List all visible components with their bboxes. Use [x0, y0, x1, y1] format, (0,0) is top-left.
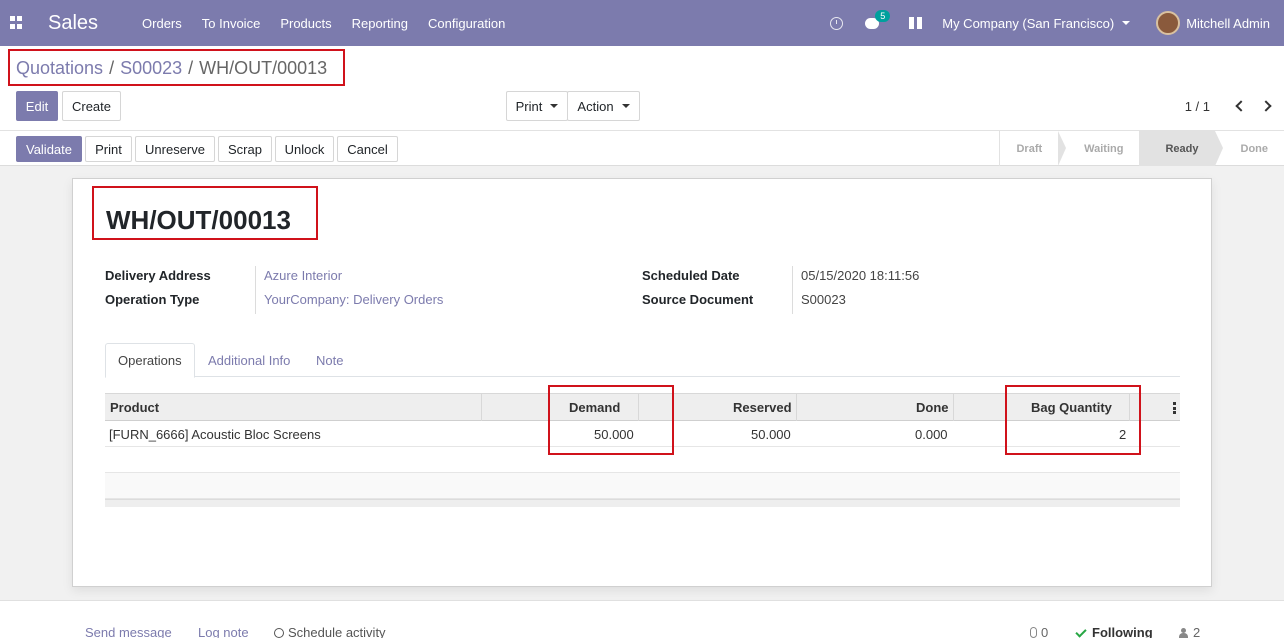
unlock-button[interactable]: Unlock — [275, 136, 334, 162]
schedule-activity-button[interactable]: Schedule activity — [274, 625, 386, 638]
navbar-systray: 5 My Company (San Francisco) Mitchell Ad… — [830, 0, 1284, 46]
operation-type-link[interactable]: YourCompany: Delivery Orders — [264, 292, 443, 307]
tab-operations[interactable]: Operations — [105, 343, 195, 378]
caret-down-icon — [550, 104, 559, 108]
empty-row — [105, 473, 1180, 499]
stage-draft[interactable]: Draft — [1000, 131, 1066, 166]
source-document-label: Source Document — [642, 292, 754, 307]
apps-menu-icon[interactable] — [10, 16, 24, 30]
attachments-button[interactable]: 0 — [1030, 625, 1048, 638]
user-avatar[interactable] — [1156, 11, 1181, 35]
messaging-menu[interactable]: 5 — [865, 9, 891, 29]
pager-previous-icon[interactable] — [1234, 98, 1244, 114]
scheduled-date-label: Scheduled Date — [642, 268, 740, 283]
stage-ready[interactable]: Ready — [1139, 131, 1223, 166]
check-icon — [1075, 626, 1087, 638]
table-footer — [105, 499, 1180, 507]
column-header-done[interactable]: Done — [916, 394, 949, 421]
clock-icon — [274, 628, 284, 638]
user-name[interactable]: Mitchell Admin — [1186, 16, 1270, 31]
scrap-button[interactable]: Scrap — [218, 136, 272, 162]
column-divider — [481, 394, 482, 421]
menu-orders[interactable]: Orders — [142, 16, 182, 31]
gift-icon[interactable] — [909, 17, 923, 29]
action-label: Action — [577, 98, 614, 114]
highlight-box-title — [92, 186, 318, 240]
company-name: My Company (San Francisco) — [942, 15, 1115, 31]
stage-selector: Draft Waiting Ready Done — [999, 131, 1284, 166]
unreserve-button[interactable]: Unreserve — [135, 136, 215, 162]
delivery-address-link[interactable]: Azure Interior — [264, 268, 342, 283]
cell-done: 0.000 — [915, 426, 948, 442]
optional-columns-icon[interactable] — [1173, 402, 1176, 414]
following-label: Following — [1092, 625, 1153, 638]
menu-to-invoice[interactable]: To Invoice — [202, 16, 261, 31]
print-button[interactable]: Print — [85, 136, 132, 162]
notebook-tabs: Operations Additional Info Note — [105, 343, 1180, 378]
user-icon — [1179, 628, 1188, 638]
schedule-activity-label: Schedule activity — [288, 625, 386, 638]
source-document-value: S00023 — [801, 292, 846, 307]
highlight-box-bag-quantity — [1005, 385, 1141, 455]
highlight-box-breadcrumb — [8, 49, 345, 86]
caret-down-icon — [621, 104, 630, 108]
status-bar: Validate Print Unreserve Scrap Unlock Ca… — [0, 130, 1284, 166]
paperclip-icon — [1030, 627, 1037, 638]
field-divider — [792, 266, 793, 314]
followers-button[interactable]: 2 — [1179, 625, 1200, 638]
column-divider — [953, 394, 954, 421]
menu-products[interactable]: Products — [280, 16, 331, 31]
action-dropdown[interactable]: Action — [567, 91, 640, 121]
activity-clock-icon[interactable] — [830, 16, 844, 30]
tab-additional-info[interactable]: Additional Info — [196, 343, 302, 377]
follower-count: 2 — [1193, 625, 1201, 638]
send-message-button[interactable]: Send message — [85, 625, 172, 638]
edit-button[interactable]: Edit — [16, 91, 58, 121]
caret-down-icon — [1122, 21, 1131, 25]
validate-button[interactable]: Validate — [16, 136, 82, 162]
field-divider — [255, 266, 256, 314]
control-panel: Quotations / S00023 / WH/OUT/00013 Edit … — [0, 46, 1284, 130]
log-note-button[interactable]: Log note — [198, 625, 249, 638]
stage-done[interactable]: Done — [1215, 131, 1284, 166]
main-menu: Orders To Invoice Products Reporting Con… — [142, 16, 525, 31]
delivery-address-label: Delivery Address — [105, 268, 211, 283]
top-navbar: Sales Orders To Invoice Products Reporti… — [0, 0, 1284, 46]
column-header-product[interactable]: Product — [110, 394, 159, 421]
menu-reporting[interactable]: Reporting — [352, 16, 408, 31]
print-label: Print — [515, 98, 543, 114]
following-button[interactable]: Following — [1075, 625, 1153, 638]
menu-configuration[interactable]: Configuration — [428, 16, 505, 31]
stage-waiting[interactable]: Waiting — [1058, 131, 1148, 166]
app-name[interactable]: Sales — [48, 12, 98, 35]
chat-count-badge: 5 — [875, 9, 891, 22]
column-divider — [796, 394, 797, 421]
create-button[interactable]: Create — [62, 91, 121, 121]
print-dropdown[interactable]: Print — [506, 91, 568, 121]
cell-product: [FURN_6666] Acoustic Bloc Screens — [109, 426, 321, 442]
attachment-count: 0 — [1041, 625, 1049, 638]
chatter-topbar: Send message Log note Schedule activity … — [0, 600, 1284, 638]
pager-value[interactable]: 1 / 1 — [1185, 99, 1210, 114]
tab-note[interactable]: Note — [304, 343, 355, 377]
operation-type-label: Operation Type — [105, 292, 200, 307]
highlight-box-demand — [548, 385, 674, 455]
cell-reserved: 50.000 — [751, 426, 791, 442]
column-header-reserved[interactable]: Reserved — [733, 394, 792, 421]
cancel-button[interactable]: Cancel — [337, 136, 398, 162]
form-sheet: WH/OUT/00013 Delivery Address Azure Inte… — [72, 178, 1212, 587]
scheduled-date-value: 05/15/2020 18:11:56 — [801, 268, 920, 283]
pager-next-icon[interactable] — [1262, 98, 1272, 114]
company-switcher[interactable]: My Company (San Francisco) — [942, 15, 1131, 31]
